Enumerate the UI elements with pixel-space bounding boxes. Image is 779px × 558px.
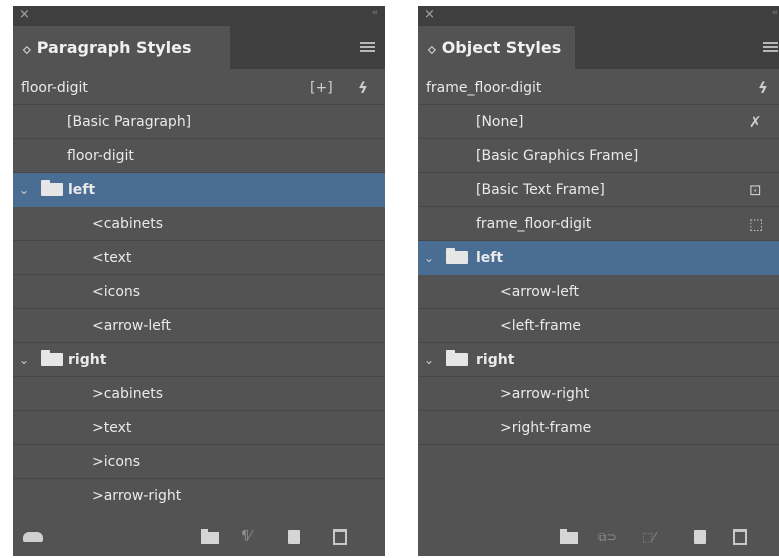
graphic-frame-icon: ⬚ — [749, 215, 764, 233]
style-row[interactable]: >icons — [13, 445, 385, 479]
cc-libraries-icon[interactable] — [23, 532, 43, 542]
style-label: floor-digit — [67, 148, 134, 164]
current-style-row: floor-digit [+] ϟ — [13, 71, 385, 105]
object-styles-panel: × ‹‹ ⬦ Object Styles frame_floor-digit ϟ … — [418, 6, 779, 556]
close-icon[interactable]: × — [424, 7, 435, 22]
style-group-row[interactable]: ⌄ right — [13, 343, 385, 377]
style-row[interactable]: frame_floor-digit ⬚ — [418, 207, 779, 241]
style-label: <arrow-left — [500, 284, 580, 300]
style-label: <cabinets — [92, 216, 164, 232]
trash-icon[interactable] — [333, 529, 347, 545]
style-row[interactable]: <cabinets — [13, 207, 385, 241]
panel-footer: ¶⁄ — [13, 518, 385, 556]
style-row[interactable]: >text — [13, 411, 385, 445]
tab-paragraph-styles[interactable]: ⬦ Paragraph Styles — [13, 26, 230, 69]
clear-attributes-icon[interactable]: ⬚⁄ — [642, 530, 655, 544]
style-row[interactable]: >arrow-right — [418, 377, 779, 411]
style-label: >arrow-right — [92, 488, 182, 504]
text-frame-icon: ⊡ — [749, 181, 762, 199]
panel-footer: ⧉⊃ ⬚⁄ — [418, 518, 779, 556]
folder-icon — [446, 350, 468, 366]
new-style-icon[interactable] — [694, 530, 706, 544]
tab-row: ⬦ Object Styles — [418, 26, 779, 69]
current-style-label: floor-digit — [21, 80, 88, 96]
folder-icon — [41, 350, 63, 366]
group-label: left — [476, 250, 504, 266]
tab-label: Object Styles — [441, 38, 562, 57]
style-label: >arrow-right — [500, 386, 590, 402]
folder-icon — [446, 248, 468, 264]
collapse-icon[interactable]: ‹‹ — [772, 8, 778, 18]
folder-icon — [41, 180, 63, 196]
new-group-icon[interactable] — [201, 529, 219, 544]
disclosure-open-icon[interactable]: ⌄ — [19, 343, 29, 377]
current-style-label: frame_floor-digit — [426, 80, 542, 96]
style-row[interactable]: <icons — [13, 275, 385, 309]
style-row[interactable]: >right-frame — [418, 411, 779, 445]
style-row[interactable]: >cabinets — [13, 377, 385, 411]
tab-label: Paragraph Styles — [36, 38, 192, 57]
tab-object-styles[interactable]: ⬦ Object Styles — [418, 26, 575, 69]
clear-overrides-icon: ✗ — [749, 113, 762, 131]
panel-menu-icon[interactable] — [763, 42, 778, 53]
style-label: >cabinets — [92, 386, 164, 402]
style-row[interactable]: <arrow-left — [418, 275, 779, 309]
style-row[interactable]: <arrow-left — [13, 309, 385, 343]
style-label: [Basic Text Frame] — [476, 182, 605, 198]
style-label: [Basic Graphics Frame] — [476, 148, 639, 164]
group-label: left — [68, 182, 96, 198]
style-row[interactable]: >arrow-right — [13, 479, 385, 513]
close-icon[interactable]: × — [19, 7, 30, 22]
style-row[interactable]: <left-frame — [418, 309, 779, 343]
disclosure-open-icon[interactable]: ⌄ — [424, 241, 434, 275]
style-row[interactable]: [None] ✗ — [418, 105, 779, 139]
style-row[interactable]: [Basic Text Frame] ⊡ — [418, 173, 779, 207]
clear-overrides-icon[interactable]: ¶⁄ — [241, 529, 251, 544]
disclosure-open-icon[interactable]: ⌄ — [424, 343, 434, 377]
style-row[interactable]: <text — [13, 241, 385, 275]
style-label: <icons — [92, 284, 141, 300]
style-row[interactable]: [Basic Paragraph] — [13, 105, 385, 139]
tab-chevron-icon: ⬦ — [23, 43, 31, 56]
panel-titlebar: × ‹‹ — [418, 6, 779, 26]
trash-icon[interactable] — [733, 529, 747, 545]
style-row[interactable]: [Basic Graphics Frame] — [418, 139, 779, 173]
new-style-icon[interactable] — [288, 530, 300, 544]
clear-overrides-icon[interactable]: ⧉⊃ — [598, 530, 617, 545]
style-label: >icons — [92, 454, 141, 470]
style-label: >right-frame — [500, 420, 592, 436]
group-label: right — [476, 352, 515, 368]
disclosure-open-icon[interactable]: ⌄ — [19, 173, 29, 207]
style-label: [None] — [476, 114, 524, 130]
tab-row: ⬦ Paragraph Styles — [13, 26, 385, 69]
style-label: frame_floor-digit — [476, 216, 592, 232]
style-label: <left-frame — [500, 318, 581, 334]
style-group-row[interactable]: ⌄ right — [418, 343, 779, 377]
style-label: <text — [92, 250, 132, 266]
paragraph-styles-panel: × ‹‹ ⬦ Paragraph Styles floor-digit [+] ϟ… — [13, 6, 385, 556]
create-new-style-icon[interactable]: [+] — [310, 71, 333, 105]
lightning-icon[interactable]: ϟ — [758, 71, 768, 105]
new-group-icon[interactable] — [560, 529, 578, 544]
current-style-row: frame_floor-digit ϟ — [418, 71, 779, 105]
tab-chevron-icon: ⬦ — [428, 43, 436, 56]
style-label: >text — [92, 420, 132, 436]
style-group-row[interactable]: ⌄ left — [13, 173, 385, 207]
style-group-row[interactable]: ⌄ left — [418, 241, 779, 275]
style-row[interactable]: floor-digit — [13, 139, 385, 173]
collapse-icon[interactable]: ‹‹ — [372, 8, 378, 18]
panel-menu-icon[interactable] — [360, 42, 375, 53]
style-label: <arrow-left — [92, 318, 172, 334]
group-label: right — [68, 352, 107, 368]
panel-titlebar: × ‹‹ — [13, 6, 385, 26]
lightning-icon[interactable]: ϟ — [358, 71, 368, 105]
style-label: [Basic Paragraph] — [67, 114, 192, 130]
